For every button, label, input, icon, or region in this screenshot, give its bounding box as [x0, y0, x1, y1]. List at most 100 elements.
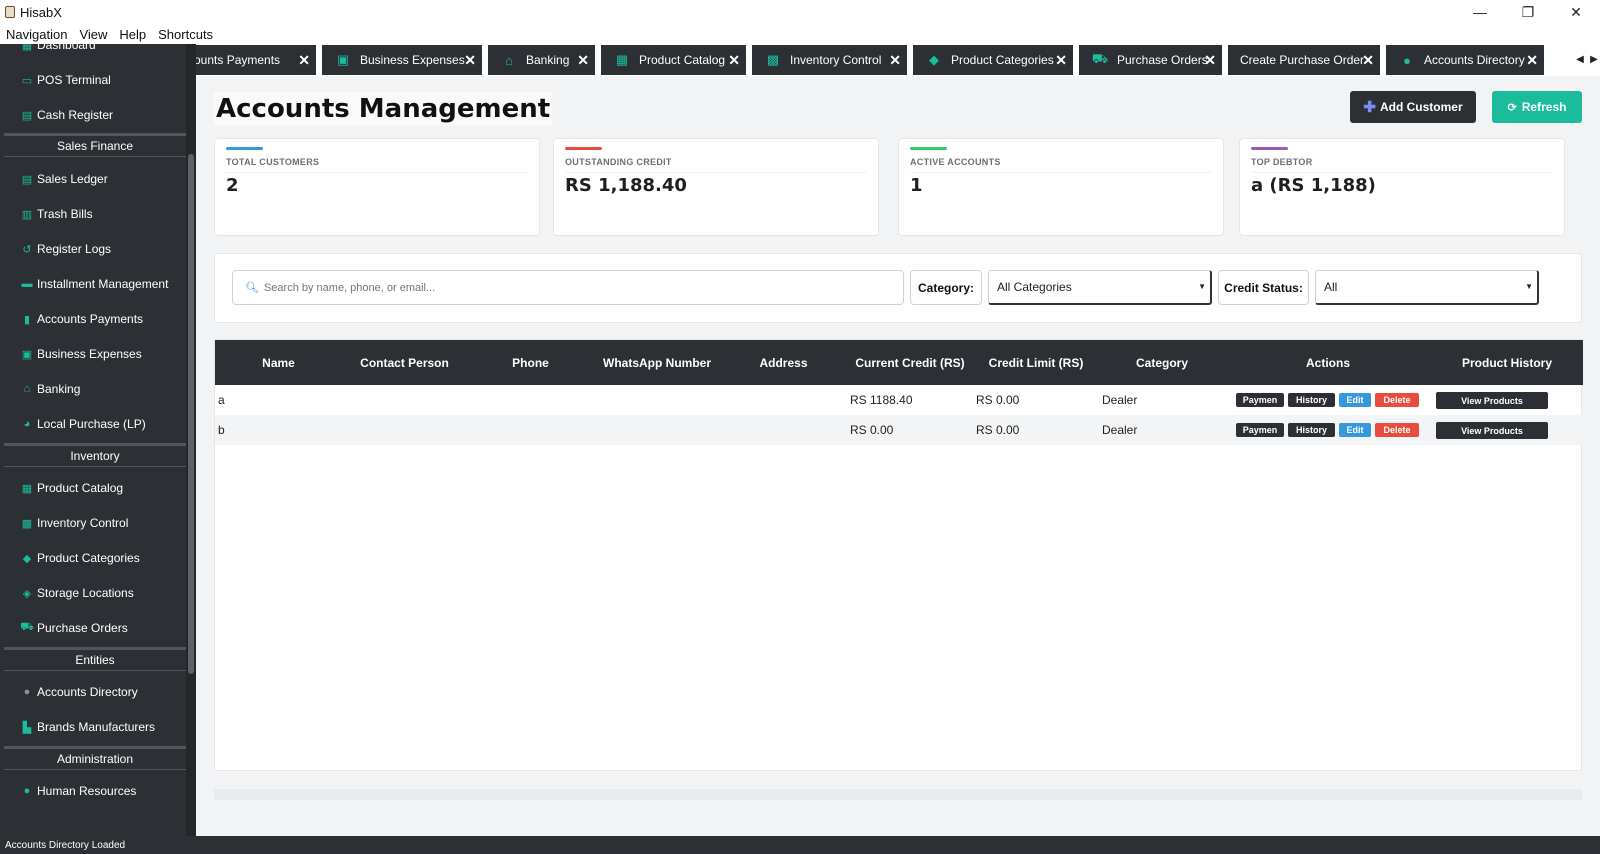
cell-category: Dealer: [1102, 393, 1138, 407]
close-icon[interactable]: ✕: [1362, 52, 1374, 69]
table-row[interactable]: a RS 1188.40 RS 0.00 Dealer Paymen Histo…: [215, 385, 1583, 415]
table-row[interactable]: b RS 0.00 RS 0.00 Dealer Paymen History …: [215, 415, 1583, 445]
sidebar-item-pos-terminal[interactable]: ▭ POS Terminal: [0, 65, 186, 95]
section-title: Entities: [75, 652, 115, 667]
sidebar-item-label: Sales Ledger: [37, 172, 108, 186]
tab-scroll-left-icon[interactable]: ◀: [1574, 44, 1586, 74]
tab-accounts-directory[interactable]: ● Accounts Directory ✕: [1386, 45, 1544, 75]
sidebar-item-accounts-payments[interactable]: ▮ Accounts Payments: [0, 304, 186, 334]
credit-status-select[interactable]: All ▼: [1315, 270, 1539, 305]
close-icon[interactable]: ✕: [1204, 52, 1216, 69]
column-header-product-history: Product History: [1461, 355, 1552, 370]
edit-button[interactable]: Edit: [1339, 393, 1371, 407]
close-window-button[interactable]: ✕: [1552, 0, 1600, 24]
close-icon[interactable]: ✕: [577, 52, 589, 69]
sidebar-scroll-thumb[interactable]: [188, 154, 194, 674]
menu-navigation[interactable]: Navigation: [0, 27, 73, 42]
sidebar-item-trash-bills[interactable]: ▥ Trash Bills: [0, 199, 186, 229]
stat-accent-bar: [1251, 147, 1288, 150]
tab-business-expenses[interactable]: ▣ Business Expenses ✕: [322, 45, 482, 75]
dashboard-icon: ▦: [21, 44, 33, 52]
sidebar-item-inventory-control[interactable]: ▩ Inventory Control: [0, 508, 186, 538]
tab-accounts-payments[interactable]: counts Payments ✕: [196, 45, 316, 75]
add-customer-button[interactable]: ✚ Add Customer: [1350, 91, 1476, 123]
column-header-whatsapp[interactable]: WhatsApp Number: [594, 340, 720, 385]
user-icon: ●: [23, 785, 31, 797]
sidebar-item-product-categories[interactable]: ◆ Product Categories: [0, 543, 186, 573]
sidebar-item-cash-register[interactable]: ▤ Cash Register: [0, 100, 186, 130]
close-icon[interactable]: ✕: [298, 52, 310, 69]
payment-button[interactable]: Paymen: [1236, 423, 1284, 437]
refresh-button[interactable]: ⟳ Refresh: [1492, 91, 1582, 123]
tab-purchase-orders[interactable]: ⛟ Purchase Orders ✕: [1079, 45, 1222, 75]
tab-inventory-control[interactable]: ▩ Inventory Control ✕: [752, 45, 907, 75]
sidebar-item-installment-management[interactable]: ▬ Installment Management: [0, 269, 186, 299]
sidebar-item-label: Product Categories: [37, 551, 140, 565]
tab-scroll-right-icon[interactable]: ▶: [1588, 44, 1600, 74]
cart-icon: ⛟: [1091, 51, 1109, 66]
bank-icon: ⌂: [505, 52, 513, 68]
menu-view[interactable]: View: [73, 27, 113, 42]
horizontal-scrollbar[interactable]: [214, 789, 1582, 800]
history-button[interactable]: History: [1288, 393, 1335, 407]
sidebar-item-local-purchase[interactable]: ◕ Local Purchase (LP): [0, 409, 186, 439]
tab-label: Product Categories: [951, 53, 1054, 67]
minimize-button[interactable]: —: [1456, 0, 1504, 24]
sidebar-item-accounts-directory[interactable]: ● Accounts Directory: [0, 677, 186, 707]
column-header-current-credit[interactable]: Current Credit (RS): [847, 340, 973, 385]
history-button[interactable]: History: [1288, 423, 1335, 437]
view-products-button[interactable]: View Products: [1436, 422, 1548, 439]
tab-banking[interactable]: ⌂ Banking ✕: [488, 45, 595, 75]
sidebar-item-product-catalog[interactable]: ▦ Product Catalog: [0, 473, 186, 503]
payment-button[interactable]: Paymen: [1236, 393, 1284, 407]
category-select[interactable]: All Categories ▼: [988, 270, 1212, 305]
sidebar-item-brands-manufacturers[interactable]: ▙ Brands Manufacturers: [0, 712, 186, 742]
close-icon[interactable]: ✕: [464, 52, 476, 69]
column-header-credit-limit[interactable]: Credit Limit (RS): [973, 340, 1099, 385]
sidebar-item-register-logs[interactable]: ↺ Register Logs: [0, 234, 186, 264]
menu-help[interactable]: Help: [113, 27, 152, 42]
sidebar-item-storage-locations[interactable]: ◈ Storage Locations: [0, 578, 186, 608]
column-header-address[interactable]: Address: [720, 340, 847, 385]
sidebar-item-purchase-orders[interactable]: ⛟ Purchase Orders: [0, 613, 186, 643]
sidebar-item-sales-ledger[interactable]: ▤ Sales Ledger: [0, 164, 186, 194]
search-box[interactable]: 🔍︎: [232, 270, 904, 305]
sidebar-item-banking[interactable]: ⌂ Banking: [0, 374, 186, 404]
sidebar-item-label: Brands Manufacturers: [37, 720, 156, 734]
warehouse-icon: ▩: [766, 52, 780, 67]
sidebar-item-label: Purchase Orders: [37, 621, 128, 635]
column-header-contact-person[interactable]: Contact Person: [342, 340, 467, 385]
tab-product-catalog[interactable]: ▦ Product Catalog ✕: [601, 45, 746, 75]
column-header-category[interactable]: Category: [1099, 340, 1225, 385]
close-icon[interactable]: ✕: [1055, 52, 1067, 69]
close-icon[interactable]: ✕: [728, 52, 740, 69]
tab-product-categories[interactable]: ◆ Product Categories ✕: [913, 45, 1073, 75]
sidebar-scrollbar[interactable]: [186, 44, 196, 836]
warehouse-icon: ▩: [21, 517, 33, 530]
title-bar: HisabX — ❐ ✕: [0, 0, 1600, 24]
cell-credit-limit: RS 0.00: [976, 423, 1020, 437]
menu-shortcuts[interactable]: Shortcuts: [152, 27, 219, 42]
search-input[interactable]: [263, 281, 864, 294]
section-header-administration: Administration: [4, 746, 186, 770]
cell-name: b: [218, 423, 225, 437]
close-icon[interactable]: ✕: [889, 52, 901, 69]
restore-button[interactable]: ❐: [1504, 0, 1552, 24]
cell-credit-limit: RS 0.00: [976, 393, 1020, 407]
delete-button[interactable]: Delete: [1375, 423, 1419, 437]
edit-button[interactable]: Edit: [1339, 423, 1371, 437]
view-products-button[interactable]: View Products: [1436, 392, 1548, 409]
column-header-name[interactable]: Name: [215, 340, 342, 385]
tab-create-purchase-order[interactable]: Create Purchase Order ✕: [1228, 45, 1380, 75]
sidebar-item-business-expenses[interactable]: ▣ Business Expenses: [0, 339, 186, 369]
tab-label: Inventory Control: [790, 53, 882, 67]
close-icon[interactable]: ✕: [1526, 52, 1538, 69]
cart-icon: ⛟: [20, 621, 34, 633]
stat-accent-bar: [910, 147, 947, 150]
stat-card-active-accounts: ACTIVE ACCOUNTS 1: [898, 138, 1224, 236]
stat-accent-bar: [565, 147, 602, 150]
sidebar-item-dashboard[interactable]: ▦ Dashboard: [0, 44, 186, 60]
delete-button[interactable]: Delete: [1375, 393, 1419, 407]
column-header-phone[interactable]: Phone: [467, 340, 594, 385]
sidebar-item-human-resources[interactable]: ● Human Resources: [0, 776, 186, 806]
